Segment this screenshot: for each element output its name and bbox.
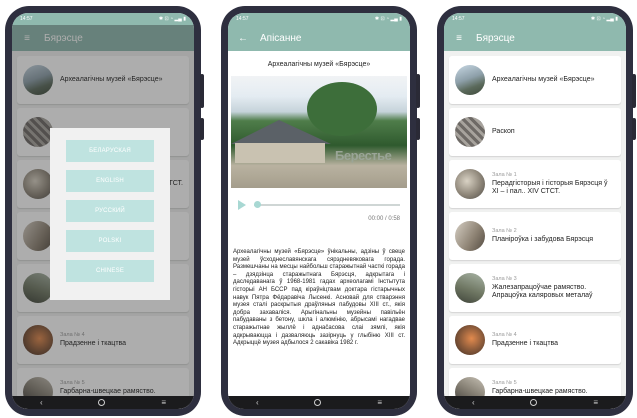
app-title: Бярэсце: [476, 32, 515, 44]
museum-photo: Берестье: [231, 76, 407, 188]
list-item[interactable]: Зала № 4 Прадзенне і ткацтва: [449, 316, 621, 364]
exhibit-thumbnail: [455, 117, 485, 147]
list-item[interactable]: Археалагічны музей «Бярэсце»: [449, 56, 621, 104]
status-icons: ✱ ⊡ ◔ ▂▄ ▮: [374, 16, 402, 22]
home-circle-icon[interactable]: [530, 399, 538, 406]
menu-icon[interactable]: ≡: [452, 33, 466, 44]
status-icons: ✱ ⊡ ◔ ▂▄ ▮: [158, 16, 186, 22]
language-button-belarusian[interactable]: БЕЛАРУСКАЯ: [66, 140, 154, 162]
list-item[interactable]: Зала № 1 Перадгісторыя і гісторыя Бярэсц…: [449, 160, 621, 208]
exhibit-list: Археалагічны музей «Бярэсце» Раскоп Зала…: [444, 51, 626, 409]
audio-time: 00:00 / 0:58: [368, 216, 400, 222]
system-nav-bar: ‹ ≡: [444, 396, 626, 409]
list-item-hall: Зала № 5: [492, 379, 517, 386]
language-dialog: БЕЛАРУСКАЯ ENGLISH РУССКИЙ POLSKI CHINES…: [50, 128, 170, 300]
list-item-hall: Зала № 1: [492, 171, 517, 178]
list-item[interactable]: Раскоп: [449, 108, 621, 156]
screen-description: 14:57 ✱ ⊡ ◔ ▂▄ ▮ ← Апісанне Археалагічны…: [228, 13, 410, 409]
status-bar: 14:57 ✱ ⊡ ◔ ▂▄ ▮: [444, 13, 626, 25]
back-icon[interactable]: ‹: [40, 398, 43, 407]
phone-frame-2: 14:57 ✱ ⊡ ◔ ▂▄ ▮ ← Апісанне Археалагічны…: [221, 6, 420, 416]
back-icon[interactable]: ‹: [472, 398, 475, 407]
status-time: 14:57: [452, 16, 465, 22]
status-icons: ✱ ⊡ ◔ ▂▄ ▮: [590, 16, 618, 22]
status-bar: 14:57 ✱ ⊡ ◔ ▂▄ ▮: [12, 13, 194, 25]
language-button-polish[interactable]: POLSKI: [66, 230, 154, 252]
exhibit-thumbnail: [455, 273, 485, 303]
list-item-hall: Зала № 4: [492, 331, 517, 338]
photo-sign-text: Берестье: [335, 148, 392, 163]
list-item-label: Прадзенне і ткацтва: [492, 339, 559, 347]
list-item[interactable]: Зала № 2 Планіроўка і забудова Бярэсця: [449, 212, 621, 260]
back-arrow-icon[interactable]: ←: [236, 33, 250, 44]
recents-icon[interactable]: ≡: [161, 398, 166, 407]
app-bar: ≡ Бярэсце: [444, 25, 626, 51]
audio-player: [228, 198, 410, 212]
exhibit-thumbnail: [455, 65, 485, 95]
exhibit-thumbnail: [455, 221, 485, 251]
list-item-label: Жалезапрацоўчае рамяство. Апрацоўка каля…: [492, 283, 593, 300]
screen-list-dialog: 14:57 ✱ ⊡ ◔ ▂▄ ▮ ≡ Бярэсце Археалагічны …: [12, 13, 194, 409]
list-item-label: Планіроўка і забудова Бярэсця: [492, 235, 594, 243]
system-nav-bar: ‹ ≡: [12, 396, 194, 409]
home-circle-icon[interactable]: [98, 399, 106, 406]
language-button-chinese[interactable]: CHINESE: [66, 260, 154, 282]
exhibit-thumbnail: [455, 325, 485, 355]
list-item-label: Перадгісторыя і гісторыя Бярэсця ў XI – …: [492, 179, 608, 196]
phone-frame-3: 14:57 ✱ ⊡ ◔ ▂▄ ▮ ≡ Бярэсце Археалагічны …: [437, 6, 636, 416]
list-item[interactable]: Зала № 3 Жалезапрацоўчае рамяство. Апрац…: [449, 264, 621, 312]
status-time: 14:57: [20, 16, 33, 22]
audio-seek-bar[interactable]: [254, 201, 400, 208]
exhibit-thumbnail: [455, 169, 485, 199]
language-button-english[interactable]: ENGLISH: [66, 170, 154, 192]
list-item-label: Археалагічны музей «Бярэсце»: [492, 75, 595, 83]
seek-thumb[interactable]: [254, 201, 261, 208]
recents-icon[interactable]: ≡: [377, 398, 382, 407]
phone-frame-1: 14:57 ✱ ⊡ ◔ ▂▄ ▮ ≡ Бярэсце Археалагічны …: [5, 6, 204, 416]
system-nav-bar: ‹ ≡: [228, 396, 410, 409]
app-bar: ← Апісанне: [228, 25, 410, 51]
description-text: Археалагічны музей «Бярэсце» ўнікальны, …: [233, 249, 405, 347]
language-button-russian[interactable]: РУССКИЙ: [66, 200, 154, 222]
app-title: Апісанне: [260, 32, 302, 44]
museum-heading: Археалагічны музей «Бярэсце»: [267, 61, 371, 68]
list-item-hall: Зала № 3: [492, 275, 517, 282]
recents-icon[interactable]: ≡: [593, 398, 598, 407]
list-item-hall: Зала № 2: [492, 227, 517, 234]
back-icon[interactable]: ‹: [256, 398, 259, 407]
status-time: 14:57: [236, 16, 249, 22]
screen-list: 14:57 ✱ ⊡ ◔ ▂▄ ▮ ≡ Бярэсце Археалагічны …: [444, 13, 626, 409]
home-circle-icon[interactable]: [314, 399, 322, 406]
list-item-label: Раскоп: [492, 127, 515, 135]
status-bar: 14:57 ✱ ⊡ ◔ ▂▄ ▮: [228, 13, 410, 25]
play-icon[interactable]: [238, 200, 246, 210]
